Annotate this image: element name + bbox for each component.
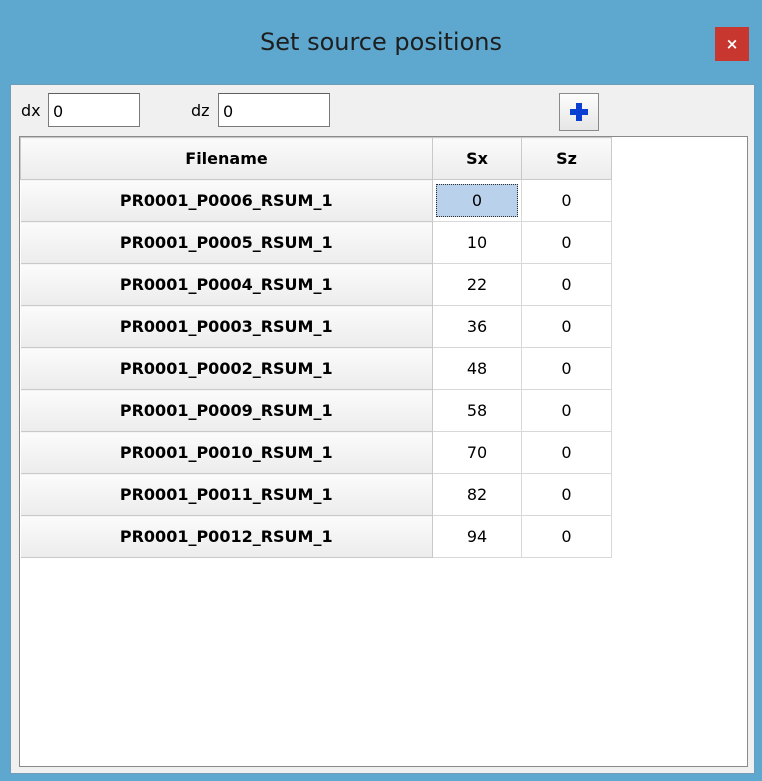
- close-button[interactable]: ×: [715, 27, 749, 61]
- dx-input[interactable]: [48, 93, 140, 127]
- dialog-window: Set source positions × dx dz: [0, 0, 762, 781]
- plus-icon: [570, 103, 588, 121]
- row-header-filename[interactable]: PR0001_P0003_RSUM_1: [20, 305, 433, 348]
- window-title: Set source positions: [260, 28, 502, 56]
- column-header-sz[interactable]: Sz: [521, 137, 612, 180]
- table-row: PR0001_P0002_RSUM_1 48 0: [20, 347, 612, 390]
- cell-sz[interactable]: 0: [521, 221, 612, 264]
- row-header-filename[interactable]: PR0001_P0009_RSUM_1: [20, 389, 433, 432]
- cell-sx[interactable]: 0: [432, 179, 522, 222]
- table-row: PR0001_P0004_RSUM_1 22 0: [20, 263, 612, 306]
- header-row: Filename Sx Sz: [20, 137, 612, 180]
- row-header-filename[interactable]: PR0001_P0006_RSUM_1: [20, 179, 433, 222]
- dx-label: dx: [21, 101, 41, 120]
- dz-input[interactable]: [218, 93, 330, 127]
- selected-cell-value: 0: [436, 184, 518, 217]
- cell-sz[interactable]: 0: [521, 305, 612, 348]
- cell-sx[interactable]: 94: [432, 515, 522, 558]
- close-icon: ×: [725, 35, 739, 53]
- table-row: PR0001_P0005_RSUM_1 10 0: [20, 221, 612, 264]
- cell-sx[interactable]: 58: [432, 389, 522, 432]
- cell-sz[interactable]: 0: [521, 179, 612, 222]
- dz-label: dz: [191, 101, 210, 120]
- table-row: PR0001_P0009_RSUM_1 58 0: [20, 389, 612, 432]
- cell-sx[interactable]: 10: [432, 221, 522, 264]
- positions-table: Filename Sx Sz PR0001_P0006_RSUM_1 0 0 PR00…: [20, 137, 612, 558]
- column-header-sx[interactable]: Sx: [432, 137, 522, 180]
- table-row: PR0001_P0006_RSUM_1 0 0: [20, 179, 612, 222]
- row-header-filename[interactable]: PR0001_P0005_RSUM_1: [20, 221, 433, 264]
- add-button[interactable]: [559, 93, 599, 131]
- cell-sz[interactable]: 0: [521, 347, 612, 390]
- row-header-filename[interactable]: PR0001_P0002_RSUM_1: [20, 347, 433, 390]
- table-row: PR0001_P0011_RSUM_1 82 0: [20, 473, 612, 516]
- cell-sx[interactable]: 48: [432, 347, 522, 390]
- row-header-filename[interactable]: PR0001_P0012_RSUM_1: [20, 515, 433, 558]
- cell-sx[interactable]: 70: [432, 431, 522, 474]
- cell-sx[interactable]: 36: [432, 305, 522, 348]
- cell-sx[interactable]: 82: [432, 473, 522, 516]
- row-header-filename[interactable]: PR0001_P0004_RSUM_1: [20, 263, 433, 306]
- table-row: PR0001_P0003_RSUM_1 36 0: [20, 305, 612, 348]
- cell-sz[interactable]: 0: [521, 263, 612, 306]
- dialog-client-area: dx dz Filename Sx Sz: [10, 84, 755, 774]
- title-bar[interactable]: Set source positions ×: [0, 0, 762, 84]
- cell-sz[interactable]: 0: [521, 389, 612, 432]
- cell-sz[interactable]: 0: [521, 431, 612, 474]
- cell-sz[interactable]: 0: [521, 473, 612, 516]
- table-row: PR0001_P0010_RSUM_1 70 0: [20, 431, 612, 474]
- cell-sx[interactable]: 22: [432, 263, 522, 306]
- column-header-filename[interactable]: Filename: [20, 137, 433, 180]
- cell-sz[interactable]: 0: [521, 515, 612, 558]
- table-row: PR0001_P0012_RSUM_1 94 0: [20, 515, 612, 558]
- positions-grid[interactable]: Filename Sx Sz PR0001_P0006_RSUM_1 0 0 PR00…: [19, 136, 748, 767]
- row-header-filename[interactable]: PR0001_P0011_RSUM_1: [20, 473, 433, 516]
- row-header-filename[interactable]: PR0001_P0010_RSUM_1: [20, 431, 433, 474]
